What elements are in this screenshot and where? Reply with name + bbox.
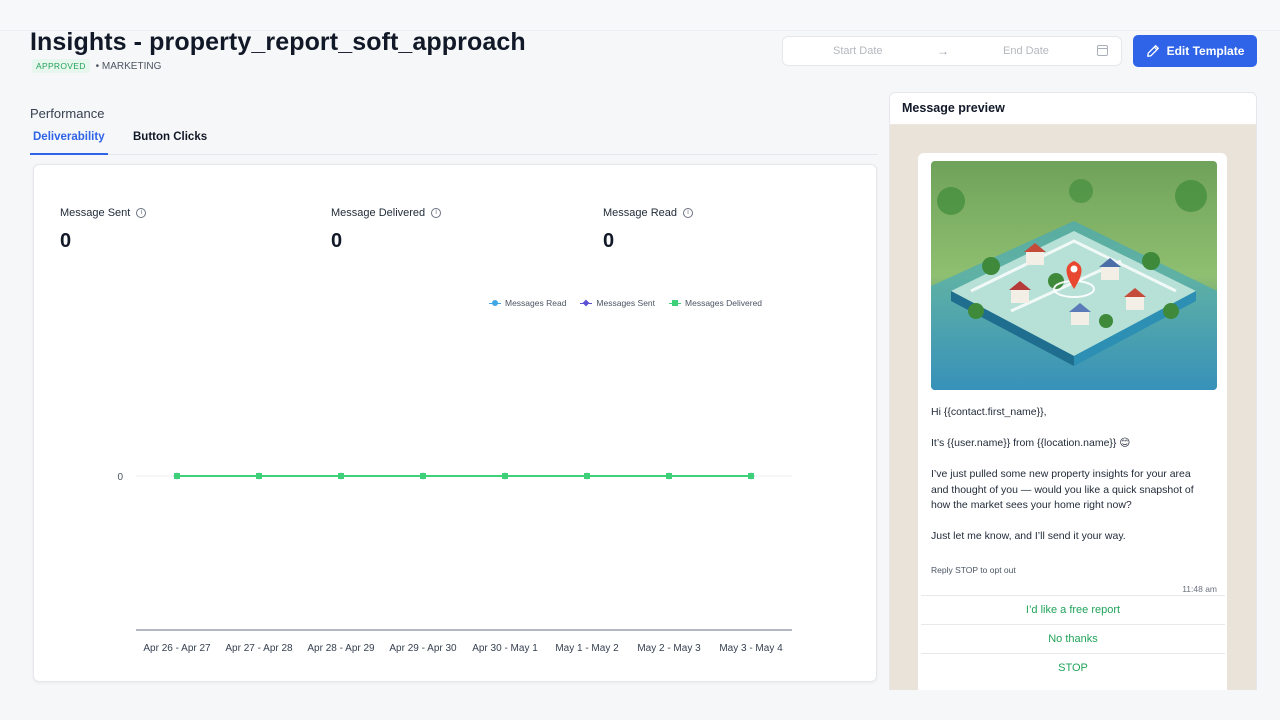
arrow-right-icon: → bbox=[937, 44, 949, 58]
chat-background: Hi {{contact.first_name}}, It’s {{user.n… bbox=[890, 125, 1256, 691]
y-tick-label: 0 bbox=[117, 472, 123, 483]
opt-out-footer: Reply STOP to opt out bbox=[931, 565, 1016, 575]
x-tick-label: May 2 - May 3 bbox=[637, 643, 701, 654]
message-preview-title: Message preview bbox=[890, 93, 1256, 125]
x-tick-label: May 3 - May 4 bbox=[719, 643, 783, 654]
calendar-icon[interactable] bbox=[1097, 45, 1108, 56]
x-tick-label: Apr 26 - Apr 27 bbox=[143, 643, 211, 654]
message-preview-panel: Message preview Hi {{contact.first_name}… bbox=[889, 92, 1257, 692]
x-tick-label: Apr 28 - Apr 29 bbox=[307, 643, 375, 654]
quick-reply-free-report[interactable]: I’d like a free report bbox=[921, 595, 1225, 624]
data-point bbox=[502, 473, 508, 479]
x-tick-label: Apr 27 - Apr 28 bbox=[225, 643, 293, 654]
data-point bbox=[748, 473, 754, 479]
start-date-field[interactable]: Start Date bbox=[833, 45, 883, 57]
data-point bbox=[256, 473, 262, 479]
message-line: Hi {{contact.first_name}}, bbox=[931, 406, 1047, 418]
data-point bbox=[174, 473, 180, 479]
tab-deliverability[interactable]: Deliverability bbox=[30, 130, 108, 155]
message-timestamp: 11:48 am bbox=[1182, 584, 1217, 594]
quick-reply-no-thanks[interactable]: No thanks bbox=[921, 624, 1225, 653]
message-line: I’ve just pulled some new property insig… bbox=[931, 468, 1194, 511]
template-meta: APPROVED • MARKETING bbox=[32, 59, 161, 73]
date-range-picker[interactable]: Start Date → End Date bbox=[782, 36, 1122, 66]
performance-tabs: Deliverability Button Clicks bbox=[30, 130, 878, 155]
bottom-bar bbox=[0, 690, 1280, 720]
deliverability-card: Message Sent i 0 Message Delivered i 0 Mes… bbox=[33, 164, 877, 682]
message-line: Just let me know, and I’ll send it your … bbox=[931, 530, 1126, 542]
quick-reply-stop[interactable]: STOP bbox=[921, 653, 1225, 682]
data-point bbox=[338, 473, 344, 479]
data-point bbox=[420, 473, 426, 479]
top-bar bbox=[0, 0, 1280, 31]
x-tick-label: May 1 - May 2 bbox=[555, 643, 619, 654]
x-tick-label: Apr 30 - May 1 bbox=[472, 643, 538, 654]
x-tick-label: Apr 29 - Apr 30 bbox=[389, 643, 457, 654]
pencil-icon bbox=[1146, 45, 1159, 57]
map-house-illustration-image bbox=[931, 161, 1217, 390]
message-line: It’s {{user.name}} from {{location.name}… bbox=[931, 437, 1131, 449]
category-label: • MARKETING bbox=[95, 60, 162, 72]
data-point bbox=[666, 473, 672, 479]
message-text: Hi {{contact.first_name}}, It’s {{user.n… bbox=[931, 405, 1211, 560]
data-point bbox=[584, 473, 590, 479]
edit-template-button[interactable]: Edit Template bbox=[1133, 35, 1257, 67]
deliverability-chart: 0 Apr 26 - Apr 27 Apr 27 - Apr 28 Apr 28 - … bbox=[117, 472, 792, 654]
end-date-field[interactable]: End Date bbox=[1003, 45, 1049, 57]
page-title: Insights - property_report_soft_approach bbox=[30, 28, 526, 56]
edit-template-label: Edit Template bbox=[1166, 44, 1245, 58]
tab-button-clicks[interactable]: Button Clicks bbox=[130, 130, 210, 155]
status-badge: APPROVED bbox=[32, 59, 90, 73]
message-bubble: Hi {{contact.first_name}}, It’s {{user.n… bbox=[918, 153, 1227, 691]
performance-label: Performance bbox=[30, 106, 105, 121]
